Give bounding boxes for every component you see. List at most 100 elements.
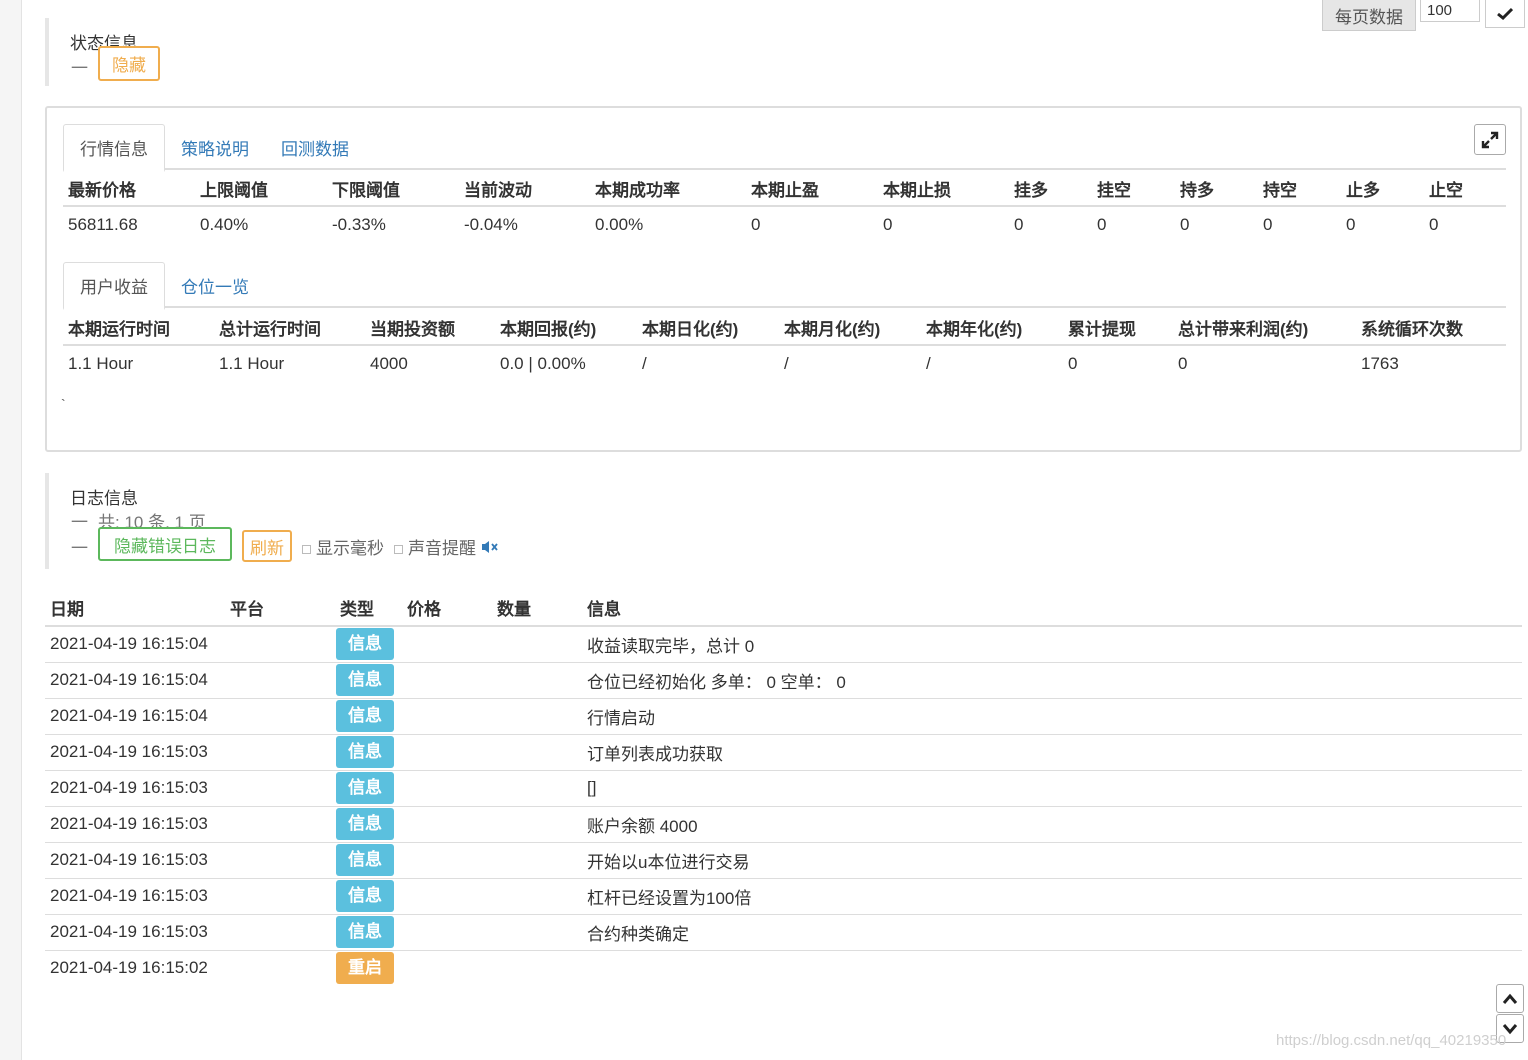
show-ms-label: 显示毫秒 [316, 539, 384, 558]
user-value-cell: / [642, 353, 647, 373]
market-header-cell: 持空 [1258, 172, 1341, 207]
user-value-cell: 0 [1068, 353, 1078, 373]
log-platform-cell [225, 842, 335, 879]
market-header-cell: 下限阈值 [327, 172, 459, 207]
log-date-cell: 2021-04-19 16:15:03 [45, 842, 225, 879]
log-qty-cell [492, 770, 582, 807]
log-type-cell: 信息 [335, 698, 402, 735]
scroll-up-button[interactable] [1496, 984, 1524, 1013]
tab-market-0[interactable]: 行情信息 [63, 124, 165, 172]
log-type-cell: 信息 [335, 842, 402, 879]
log-platform-cell [225, 950, 335, 986]
market-tabs: 行情信息 策略说明 回测数据 [63, 124, 1506, 172]
log-date-cell: 2021-04-19 16:15:03 [45, 734, 225, 771]
log-type-badge: 重启 [336, 952, 394, 985]
user-value-cell: 1763 [1361, 353, 1399, 373]
page-size-input[interactable] [1420, 0, 1480, 22]
tab-user-0[interactable]: 用户收益 [63, 262, 165, 310]
user-header-cell: 累计提现 [1063, 311, 1173, 346]
market-value-cell: 0 [1180, 214, 1190, 234]
market-value-cell: 0 [1263, 214, 1273, 234]
hide-error-log-button[interactable]: 隐藏错误日志 [98, 527, 232, 561]
log-type-cell: 重启 [335, 950, 402, 986]
show-ms-box[interactable] [302, 544, 311, 554]
log-price-cell [402, 842, 492, 879]
log-date-cell: 2021-04-19 16:15:02 [50, 958, 208, 978]
log-dash-1: 一 [71, 513, 88, 532]
log-header-cell: 信息 [582, 590, 1522, 627]
log-price-cell [402, 878, 492, 915]
log-row: 2021-04-19 16:15:04 信息 行情启动 [45, 698, 1522, 735]
user-header-cell: 系统循环次数 [1356, 311, 1506, 346]
market-value-cell: 0 [883, 214, 893, 234]
refresh-button[interactable]: 刷新 [242, 530, 292, 562]
stray-tick-mark: ` [61, 396, 66, 412]
log-date-cell: 2021-04-19 16:15:03 [45, 770, 225, 807]
tab-market-1[interactable]: 策略说明 [165, 124, 265, 170]
market-value-cell: 0 [1097, 214, 1107, 234]
page-size-control: 每页数据 [1322, 0, 1525, 31]
log-date-cell: 2021-04-19 16:15:04 [45, 698, 225, 735]
left-gutter [0, 0, 22, 1060]
tab-user-1[interactable]: 仓位一览 [165, 262, 265, 308]
log-type-badge: 信息 [336, 844, 394, 876]
user-header-cell: 当期投资额 [365, 311, 495, 346]
log-platform-cell [225, 626, 335, 663]
log-qty-cell [492, 950, 582, 986]
log-row: 2021-04-19 16:15:04 信息 收益读取完毕，总计 0 [45, 626, 1522, 663]
log-platform-cell [225, 662, 335, 699]
log-type-cell: 信息 [335, 770, 402, 807]
sound-alert-box[interactable] [394, 544, 403, 554]
log-message-cell: 收益读取完毕，总计 0 [582, 626, 1522, 663]
status-block-rule [45, 18, 49, 86]
log-message-cell: 账户余额 4000 [582, 806, 1522, 843]
log-date-cell: 2021-04-19 16:15:03 [45, 914, 225, 951]
user-header-cell: 总计运行时间 [214, 311, 365, 346]
market-header-cell: 最新价格 [63, 172, 195, 207]
show-ms-checkbox[interactable]: 显示毫秒 [302, 534, 384, 559]
tab-market-2[interactable]: 回测数据 [265, 124, 365, 170]
sound-alert-checkbox[interactable]: 声音提醒 [394, 534, 499, 559]
log-type-cell: 信息 [335, 734, 402, 771]
market-value-cell: 0 [751, 214, 761, 234]
log-price-cell [402, 626, 492, 663]
chevron-up-icon [1502, 993, 1518, 1004]
page-size-apply-button[interactable] [1485, 0, 1525, 28]
log-table: 日期 平台 类型 价格 数量 信息 2021-04-19 16:15:04 信息 收益读取完毕… [45, 590, 1522, 986]
speaker-mute-icon[interactable] [481, 540, 499, 554]
user-header-cell: 本期回报(约) [495, 311, 637, 346]
log-type-badge: 信息 [336, 628, 394, 661]
log-type-badge: 信息 [336, 916, 394, 948]
market-value-cell: -0.04% [464, 214, 518, 234]
user-value-cell: / [926, 353, 931, 373]
user-header-cell: 本期年化(约) [921, 311, 1063, 346]
market-value-cell: -0.33% [332, 214, 386, 234]
user-value-cell: 4000 [370, 353, 408, 373]
market-table: 最新价格 上限阈值 下限阈值 当前波动 本期成功率 本期止盈 本期止损 挂多 挂空 持多 持空 止多止… [63, 172, 1506, 242]
log-message-cell: [] [582, 770, 1522, 807]
log-message-cell: 仓位已经初始化 多单： 0 空单： 0 [582, 662, 1522, 699]
log-type-cell: 信息 [335, 878, 402, 915]
log-qty-cell [492, 878, 582, 915]
log-row: 2021-04-19 16:15:03 信息 [] [45, 770, 1522, 807]
market-header-cell: 本期止盈 [746, 172, 878, 207]
log-type-cell: 信息 [335, 626, 402, 663]
log-message-cell: 杠杆已经设置为100倍 [582, 878, 1522, 915]
log-header-cell: 数量 [492, 590, 582, 627]
log-block-rule [45, 473, 49, 569]
log-header-cell: 平台 [225, 590, 335, 627]
log-title: 日志信息 [70, 489, 138, 508]
log-qty-cell [492, 734, 582, 771]
log-platform-cell [225, 806, 335, 843]
log-type-badge: 信息 [336, 880, 394, 912]
check-icon [1497, 7, 1513, 20]
log-platform-cell [225, 734, 335, 771]
log-type-badge: 信息 [336, 700, 394, 732]
log-row: 2021-04-19 16:15:03 信息 订单列表成功获取 [45, 734, 1522, 771]
log-header-cell: 类型 [335, 590, 402, 627]
log-dash-2: 一 [71, 539, 88, 558]
log-row: 2021-04-19 16:15:04 信息 仓位已经初始化 多单： 0 空单： 0 [45, 662, 1522, 699]
status-hide-button[interactable]: 隐藏 [98, 46, 160, 81]
market-header-cell: 本期止损 [878, 172, 1009, 207]
log-qty-cell [492, 698, 582, 735]
